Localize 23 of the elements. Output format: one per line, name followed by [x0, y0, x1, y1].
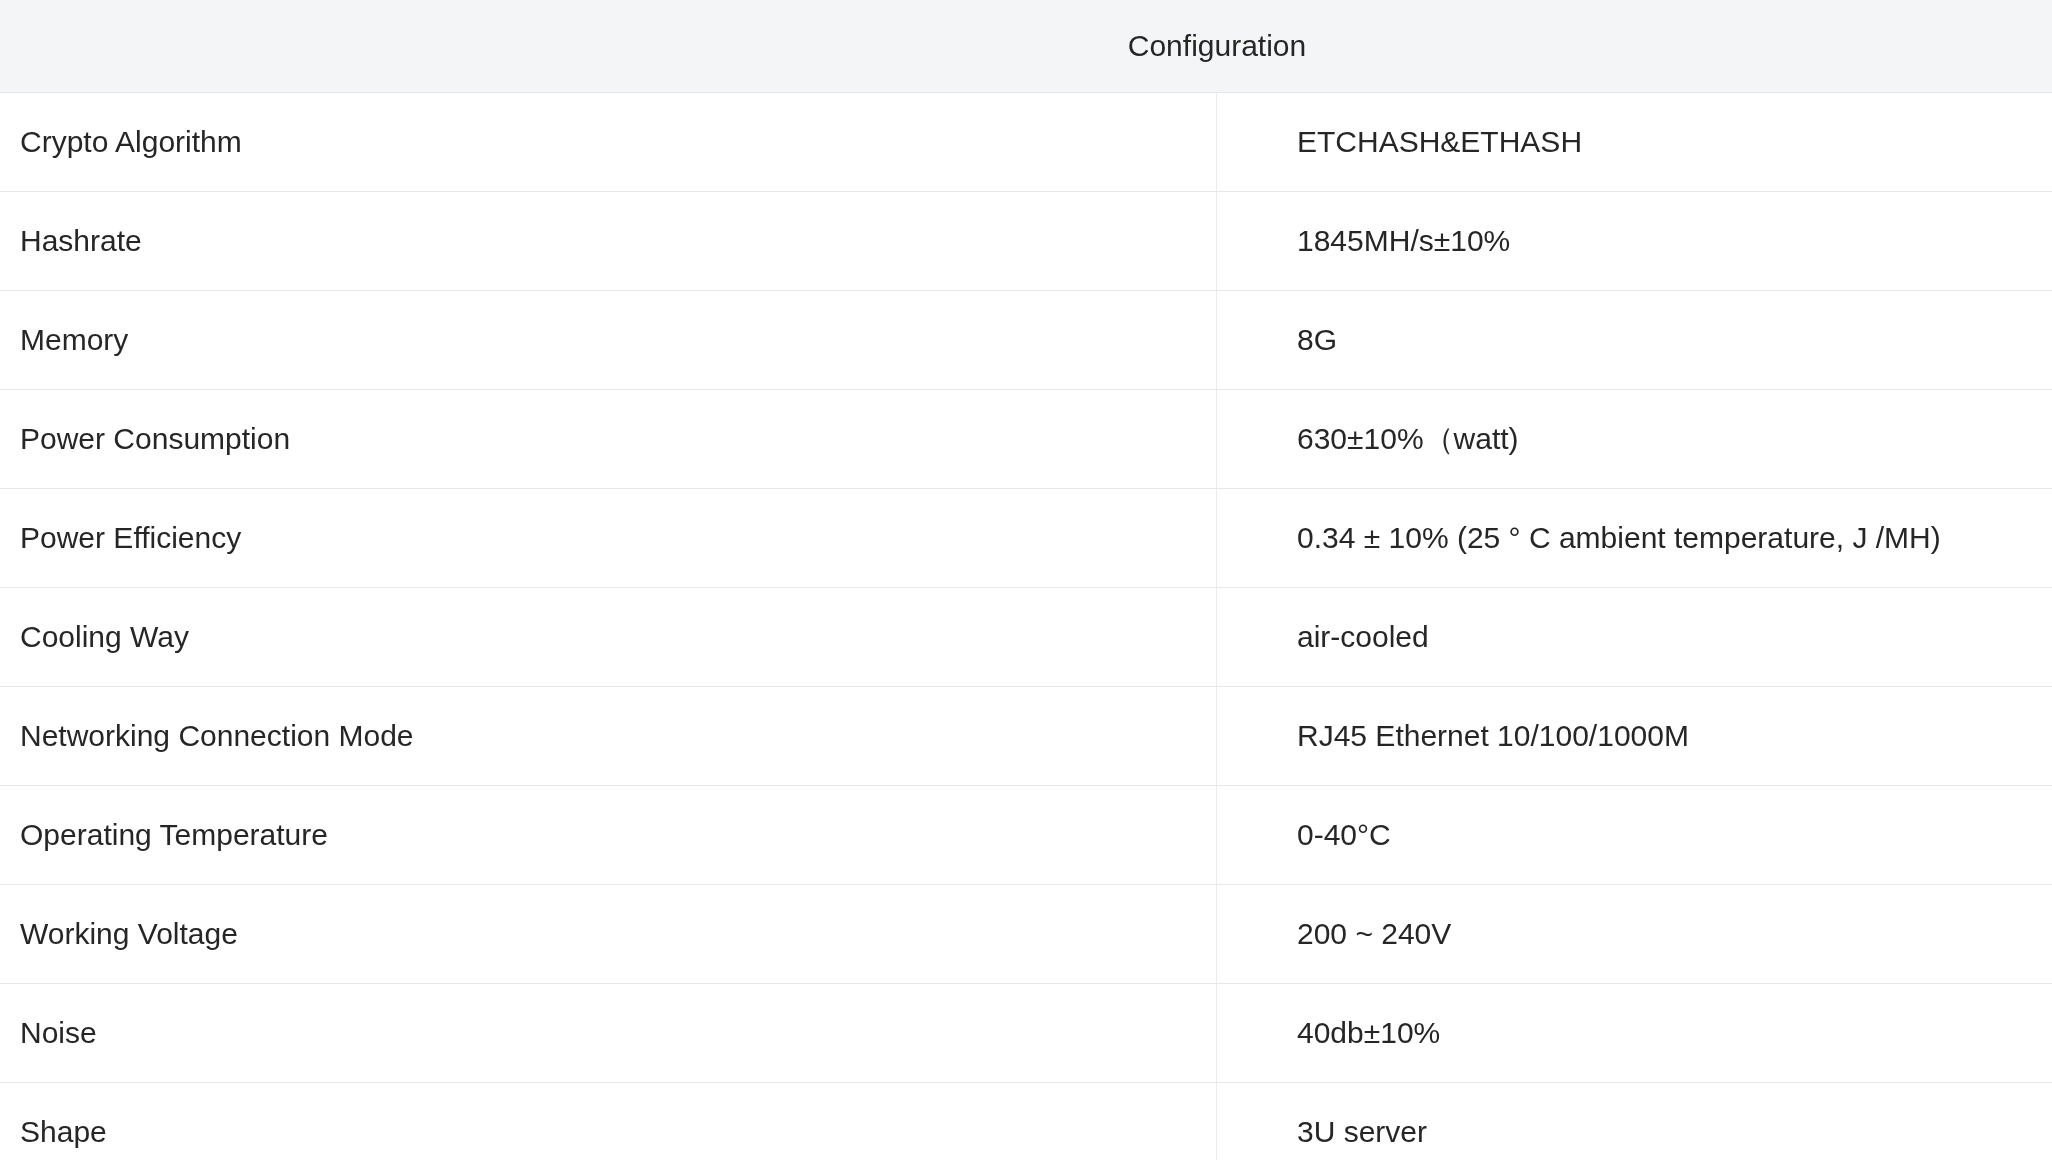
value-cell-text: 630±10%（watt): [1296, 420, 1520, 457]
label-cell: Memory: [0, 291, 1217, 389]
value-cell-text: 0-40°C: [1296, 817, 1392, 853]
label-cell: Hashrate: [0, 192, 1217, 290]
value-cell-text: 0.34 ± 10% (25 ° C ambient temperature, J /MH): [1296, 520, 1942, 556]
label-cell: Power Consumption: [0, 390, 1217, 488]
value-cell-text: 8G: [1296, 322, 1339, 358]
label-cell: Cooling Way: [0, 588, 1217, 686]
value-cell-text: 3U server: [1296, 1114, 1429, 1150]
value-cell-text: ETCHASH&ETHASH: [1296, 124, 1584, 160]
label-cell: Crypto Algorithm: [0, 93, 1217, 191]
value-cell-text: 40db±10%: [1296, 1015, 1442, 1051]
label-cell: Shape: [0, 1083, 1217, 1160]
label-cell: Networking Connection Mode: [0, 687, 1217, 785]
header-text: Configuration: [1127, 29, 1307, 63]
value-cell-text: RJ45 Ethernet 10/100/1000M: [1296, 718, 1690, 754]
label-cell: Power Efficiency: [0, 489, 1217, 587]
value-cell-text: 200 ~ 240V: [1296, 916, 1453, 952]
value-cell-text: air-cooled: [1296, 619, 1430, 655]
value-cell-text: 1845MH/s±10%: [1296, 223, 1512, 259]
label-cell: Working Voltage: [0, 885, 1217, 983]
label-cell: Operating Temperature: [0, 786, 1217, 884]
label-cell: Noise: [0, 984, 1217, 1082]
